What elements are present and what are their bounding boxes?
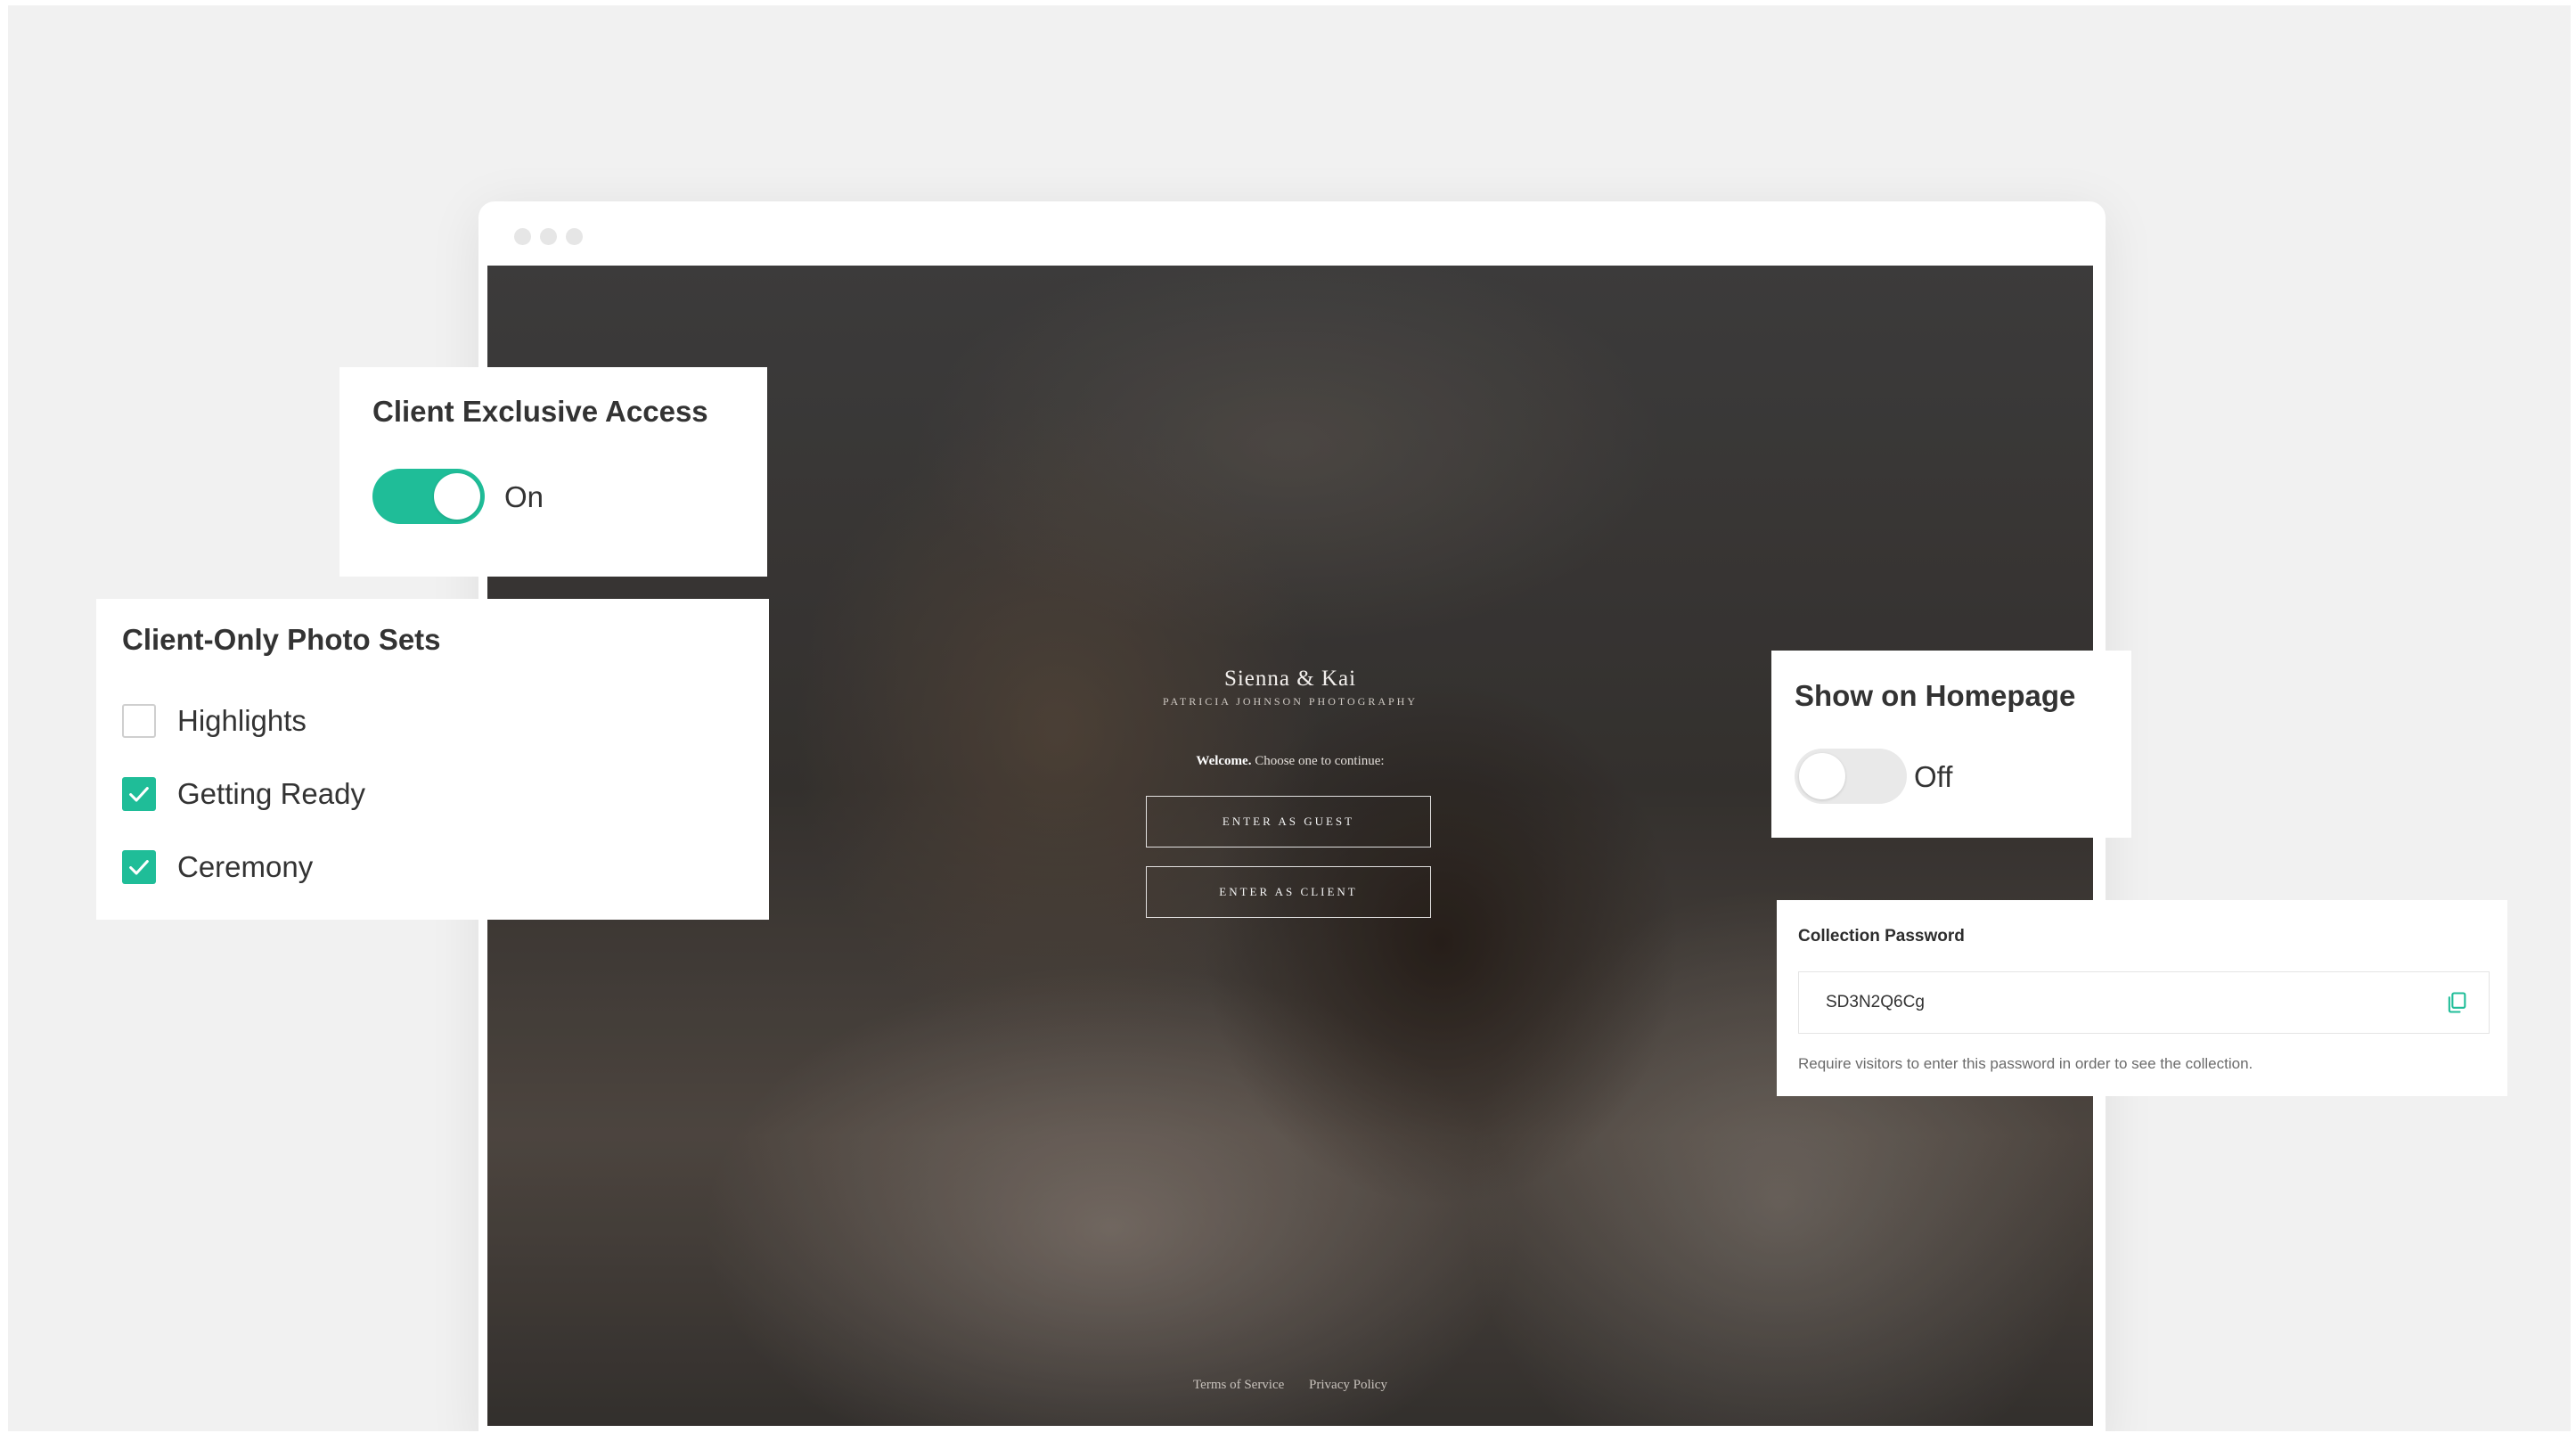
client-access-state: On <box>504 480 544 513</box>
window-dot-minimize[interactable] <box>540 228 557 245</box>
window-dot-close[interactable] <box>514 228 531 245</box>
enter-as-client-button[interactable]: ENTER AS CLIENT <box>1146 866 1431 918</box>
collection-password-card: Collection Password SD3N2Q6Cg Require vi… <box>1777 900 2507 1096</box>
window-controls <box>514 228 583 245</box>
photo-sets-card: Client-Only Photo Sets Highlights Gettin… <box>96 599 769 920</box>
client-access-toggle[interactable] <box>372 469 485 524</box>
enter-as-guest-button[interactable]: ENTER AS GUEST <box>1146 796 1431 848</box>
toggle-knob <box>1799 753 1845 799</box>
homepage-toggle[interactable] <box>1795 749 1907 804</box>
homepage-state: Off <box>1914 760 1953 793</box>
terms-link[interactable]: Terms of Service <box>1193 1378 1284 1392</box>
checkbox-unchecked[interactable] <box>122 704 156 738</box>
photo-set-label: Highlights <box>177 704 307 737</box>
homepage-card: Show on Homepage Off <box>1771 651 2131 838</box>
password-value: SD3N2Q6Cg <box>1826 993 1925 1011</box>
check-icon <box>129 787 149 802</box>
homepage-title: Show on Homepage <box>1795 679 2076 712</box>
window-dot-maximize[interactable] <box>566 228 583 245</box>
client-access-card: Client Exclusive Access On <box>339 367 767 577</box>
photo-sets-title: Client-Only Photo Sets <box>122 623 441 656</box>
photo-set-label: Ceremony <box>177 850 314 883</box>
password-field[interactable]: SD3N2Q6Cg <box>1798 971 2490 1034</box>
welcome-bold: Welcome. <box>1196 754 1252 768</box>
password-label: Collection Password <box>1798 927 1965 946</box>
welcome-instruction: Choose one to continue: <box>1251 754 1385 768</box>
photo-set-label: Getting Ready <box>177 777 365 810</box>
toggle-knob <box>434 473 480 520</box>
footer-links: Terms of Service Privacy Policy <box>487 1378 2093 1393</box>
checkbox-checked[interactable] <box>122 850 156 884</box>
client-access-title: Client Exclusive Access <box>372 395 708 428</box>
check-icon <box>129 860 149 875</box>
copy-icon[interactable] <box>2444 990 2469 1015</box>
marketing-canvas: Sienna & Kai PATRICIA JOHNSON PHOTOGRAPH… <box>8 5 2571 1431</box>
photo-set-getting-ready[interactable]: Getting Ready <box>122 777 365 811</box>
photo-set-highlights[interactable]: Highlights <box>122 704 307 738</box>
password-help-text: Require visitors to enter this password … <box>1798 1055 2253 1072</box>
checkbox-checked[interactable] <box>122 777 156 811</box>
privacy-link[interactable]: Privacy Policy <box>1309 1378 1387 1392</box>
photo-set-ceremony[interactable]: Ceremony <box>122 850 313 884</box>
